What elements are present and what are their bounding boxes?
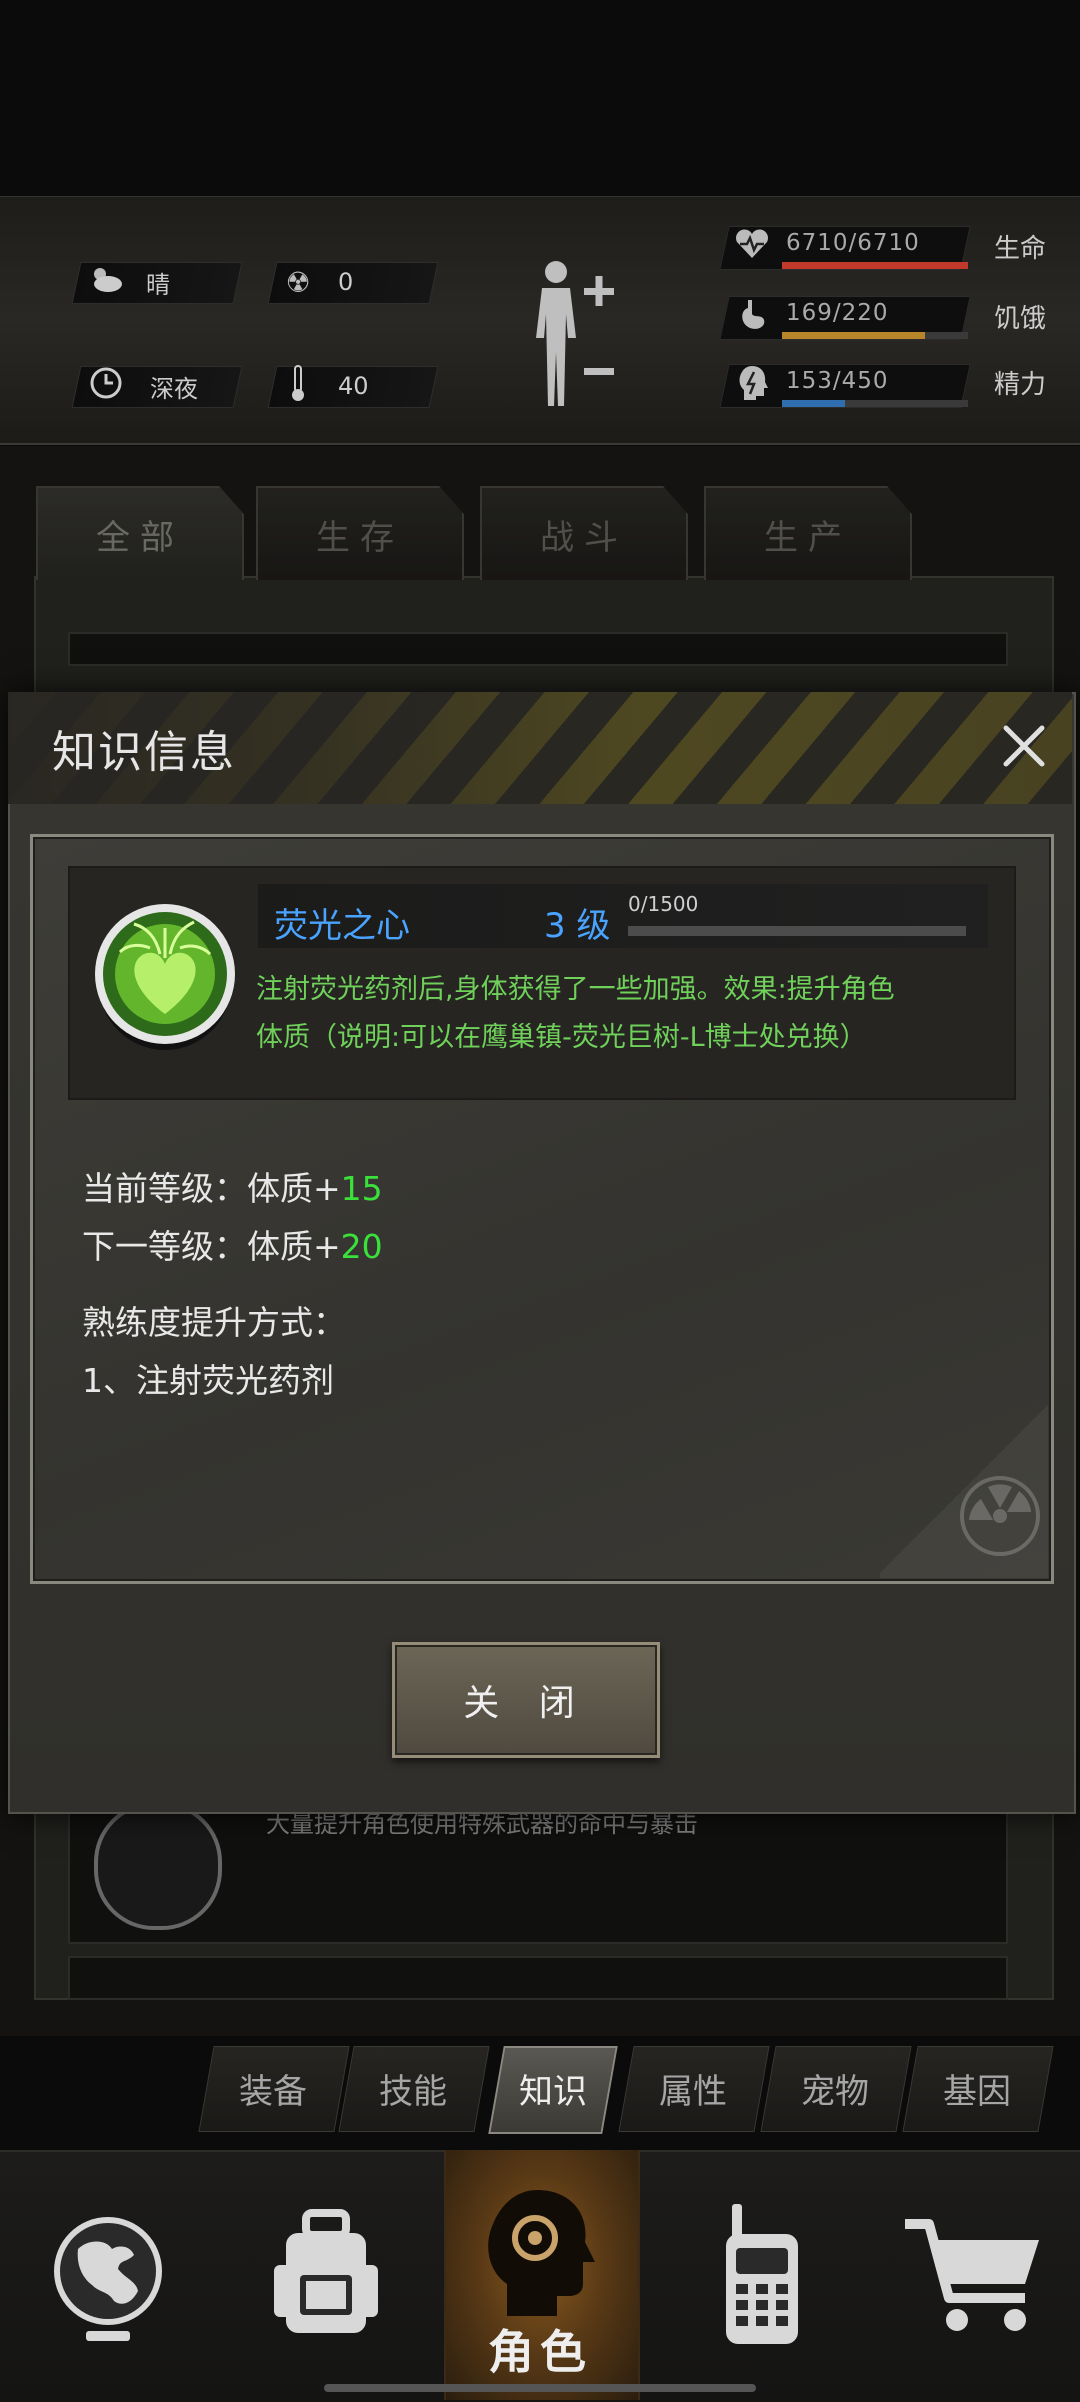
hunger-bar	[782, 332, 968, 339]
close-button[interactable]: 关 闭	[392, 1642, 660, 1758]
skill-description-line: 体质（说明:可以在鹰巢镇-荧光巨树-L博士处兑换）	[256, 1022, 867, 1053]
subtab-equipment-label: 装备	[239, 2072, 307, 2112]
shopping-cart-icon	[905, 2219, 1039, 2331]
method-item: 1、注射荧光药剂	[82, 1361, 334, 1400]
energy-bar	[782, 400, 968, 407]
energy-value: 153/450	[786, 368, 889, 394]
skill-description: 注射荧光药剂后,身体获得了一些加强。效果:提升角色 体质（说明:可以在鹰巢镇-荧…	[256, 966, 916, 1062]
close-button-label: 关 闭	[463, 1683, 589, 1724]
nav-backpack[interactable]	[218, 2150, 434, 2400]
globe-icon	[54, 2217, 162, 2341]
nav-world[interactable]	[0, 2150, 216, 2400]
next-level-info: 下一等级：体质+20	[82, 1220, 383, 1268]
nav-shop[interactable]	[866, 2150, 1080, 2400]
fluorescent-heart-icon	[90, 888, 240, 1060]
next-level-label: 下一等级：体质+	[82, 1227, 341, 1266]
subtab-knowledge-label: 知识	[519, 2072, 587, 2112]
heart-pulse-icon	[734, 228, 770, 268]
weather-label: 晴	[146, 270, 170, 299]
cloud-sun-icon	[86, 264, 126, 301]
skill-exp-bar	[628, 926, 966, 936]
current-level-info: 当前等级：体质+15	[82, 1162, 383, 1210]
temperature-value: 40	[338, 372, 369, 400]
time-label: 深夜	[150, 374, 198, 403]
skill-description-line: 注射荧光药剂后,身体获得了一些加强。效果:提升角色	[256, 974, 895, 1005]
nav-character-label: 角色	[488, 2325, 592, 2379]
head-bolt-icon	[738, 364, 768, 410]
current-level-label: 当前等级：体质+	[82, 1169, 341, 1208]
subtab-pets-label: 宠物	[801, 2072, 869, 2112]
next-level-value: 20	[340, 1227, 383, 1266]
clock-icon	[86, 366, 126, 407]
subtab-skills-label: 技能	[379, 2072, 447, 2112]
character-subtabs: 装备 技能 知识 属性 宠物 基因	[196, 2046, 1064, 2134]
skill-level: 3 级	[544, 906, 611, 946]
radiation-icon: ☢	[285, 265, 311, 299]
radiation-value: 0	[338, 268, 354, 296]
nav-radio[interactable]	[654, 2150, 870, 2400]
life-value: 6710/6710	[786, 230, 920, 256]
subtab-attributes-label: 属性	[659, 2072, 727, 2112]
body-figure-plus-minus-icon[interactable]	[520, 256, 630, 416]
radiation-watermark-icon	[958, 1474, 1042, 1558]
current-level-value: 15	[340, 1169, 383, 1208]
skill-name: 荧光之心	[274, 906, 410, 946]
dialog-title: 知识信息	[52, 727, 236, 778]
time-indicator: 深夜	[86, 366, 198, 406]
weather-indicator: 晴	[86, 262, 170, 302]
subtab-genes-label: 基因	[943, 2072, 1011, 2112]
close-icon[interactable]	[994, 716, 1054, 776]
walkie-talkie-icon	[726, 2204, 798, 2344]
skill-exp: 0/1500	[628, 892, 699, 916]
method-title: 熟练度提升方式：	[82, 1303, 346, 1342]
backpack-icon	[274, 2209, 378, 2333]
stomach-icon	[738, 298, 768, 340]
life-label: 生命	[994, 234, 1047, 264]
character-head-icon	[488, 2190, 595, 2316]
home-indicator[interactable]	[324, 2384, 756, 2392]
temperature-indicator: 40	[278, 364, 369, 409]
hunger-value: 169/220	[786, 300, 889, 326]
radiation-indicator: ☢ 0	[278, 262, 353, 302]
life-bar	[782, 262, 968, 269]
energy-label: 精力	[994, 370, 1047, 400]
thermometer-icon	[278, 364, 318, 409]
hunger-label: 饥饿	[994, 304, 1047, 334]
